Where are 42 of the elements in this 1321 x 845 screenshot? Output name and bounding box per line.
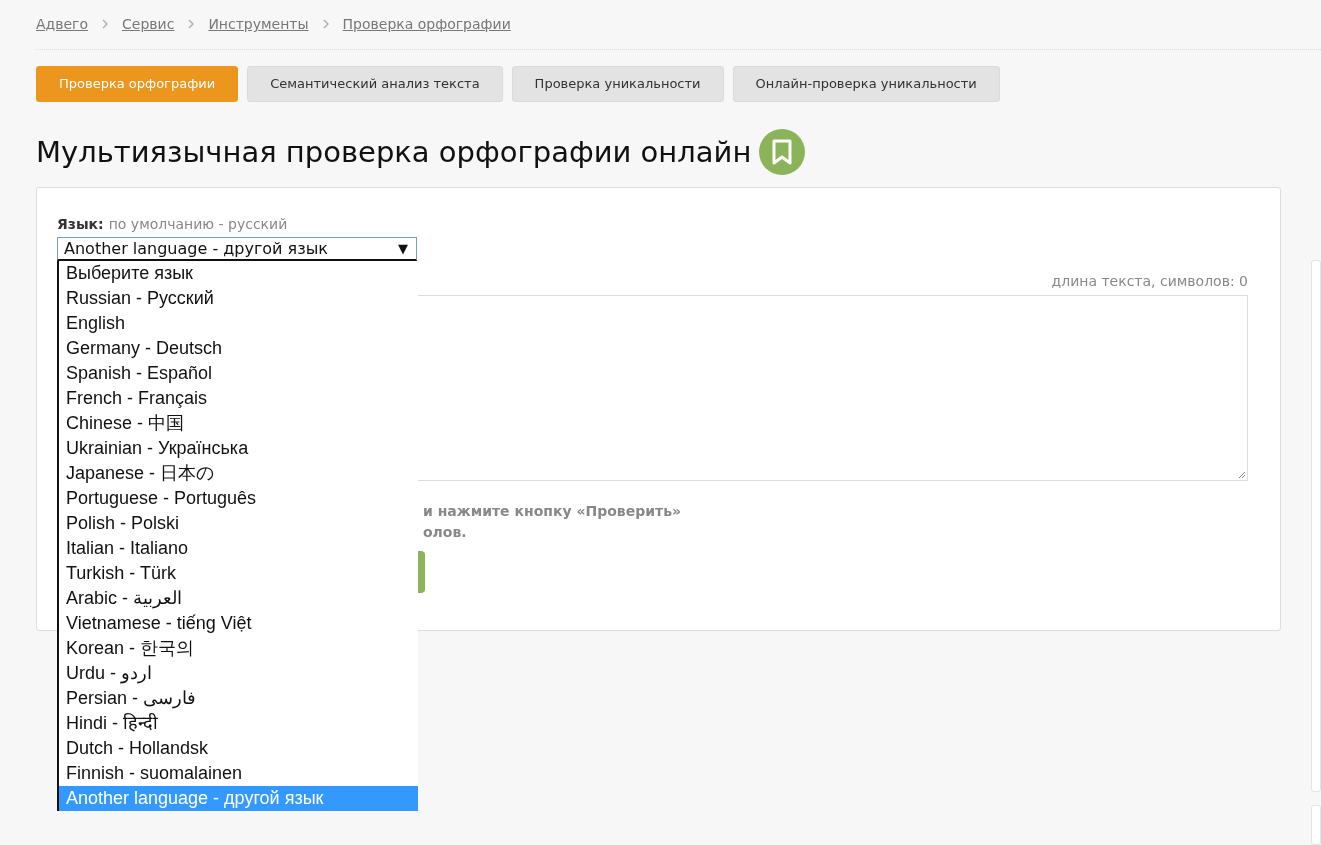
- language-option[interactable]: French - Français: [59, 386, 418, 411]
- instruction-text: и нажмите кнопку «Проверить»: [423, 502, 683, 521]
- language-option[interactable]: Japanese - 日本の: [59, 461, 418, 486]
- language-option[interactable]: Russian - Русский: [59, 286, 418, 311]
- breadcrumb-link[interactable]: Проверка орфографии: [342, 16, 511, 32]
- chevron-icon: [188, 19, 195, 29]
- tab[interactable]: Онлайн-проверка уникальности: [732, 66, 1000, 102]
- breadcrumb-link[interactable]: Инструменты: [208, 16, 309, 32]
- tab[interactable]: Семантический анализ текста: [247, 66, 503, 102]
- language-option[interactable]: Arabic - العربية: [59, 586, 418, 611]
- language-option[interactable]: Chinese - 中国: [59, 411, 418, 436]
- language-option[interactable]: Ukrainian - Українська: [59, 436, 418, 461]
- language-option[interactable]: Portuguese - Português: [59, 486, 418, 511]
- caret-icon: ▼: [398, 241, 408, 256]
- instruction-text: олов.: [423, 523, 468, 542]
- resize-grip-icon[interactable]: [1236, 469, 1246, 479]
- language-option[interactable]: Urdu - اردو: [59, 661, 418, 686]
- language-option[interactable]: Dutch - Hollandsk: [59, 736, 418, 761]
- language-hint: по умолчанию - русский: [108, 216, 288, 232]
- language-option[interactable]: Finnish - suomalainen: [59, 761, 418, 786]
- language-option[interactable]: Italian - Italiano: [59, 536, 418, 561]
- language-option[interactable]: Spanish - Español: [59, 361, 418, 386]
- language-option[interactable]: Hindi - हिन्दी: [59, 711, 418, 736]
- breadcrumb-link[interactable]: Адвего: [36, 16, 89, 32]
- language-select[interactable]: Another language - другой язык ▼: [57, 237, 417, 261]
- page-title: Мультиязычная проверка орфографии онлайн: [36, 135, 752, 169]
- chevron-icon: [322, 19, 329, 29]
- language-option[interactable]: Persian - فارسی: [59, 686, 418, 711]
- language-option[interactable]: English: [59, 311, 418, 336]
- breadcrumb-link[interactable]: Сервис: [122, 16, 175, 32]
- language-option[interactable]: Vietnamese - tiếng Việt: [59, 611, 418, 636]
- language-option[interactable]: Korean - 한국의: [59, 636, 418, 661]
- text-length-counter: длина текста, символов: 0: [1051, 273, 1248, 289]
- chevron-icon: [102, 19, 109, 29]
- language-label: Язык:: [57, 216, 104, 232]
- language-option[interactable]: Polish - Polski: [59, 511, 418, 536]
- bookmark-icon[interactable]: [759, 129, 806, 175]
- language-option[interactable]: Turkish - Türk: [59, 561, 418, 586]
- side-panel: [1311, 805, 1321, 845]
- language-option[interactable]: Выберите язык: [59, 261, 418, 286]
- tab[interactable]: Проверка уникальности: [511, 66, 724, 102]
- language-option[interactable]: Germany - Deutsch: [59, 336, 418, 361]
